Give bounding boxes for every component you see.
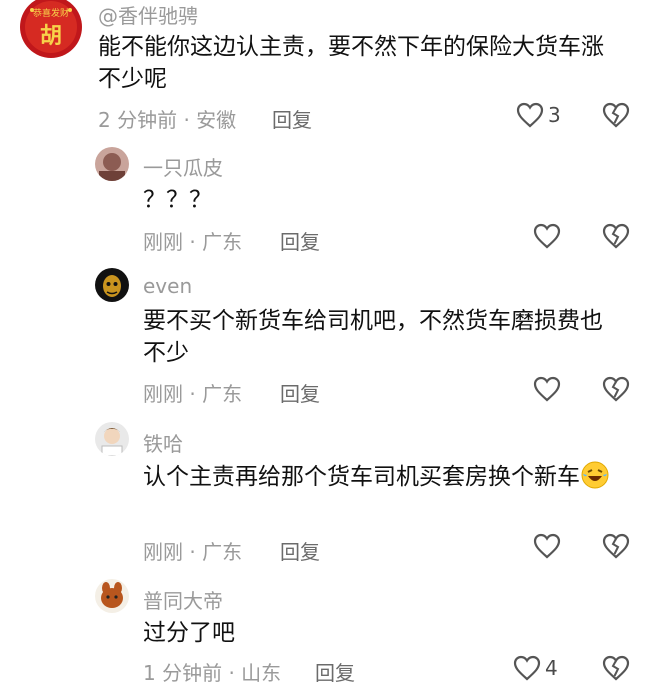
broken-heart-icon xyxy=(602,102,630,128)
heart-outline-icon xyxy=(516,102,544,128)
dislike-button[interactable] xyxy=(602,533,630,563)
broken-heart-icon xyxy=(602,655,630,681)
comment-text: 要不买个新货车给司机吧，不然货车磨损费也不少 xyxy=(143,308,603,366)
comment-time-location: 刚刚 · 广东 xyxy=(143,540,243,564)
comment-time-location: 1 分钟前 · 山东 xyxy=(143,661,282,685)
reply-button[interactable]: 回复 xyxy=(280,226,320,255)
avatar-glyph: 胡 xyxy=(40,23,62,49)
like-count: 3 xyxy=(548,103,561,127)
like-button[interactable]: 3 xyxy=(516,102,561,128)
like-count: 4 xyxy=(545,656,558,680)
heart-outline-icon xyxy=(533,376,561,402)
reply-button[interactable]: 回复 xyxy=(280,378,320,407)
comment-time-location: 刚刚 · 广东 xyxy=(143,230,243,254)
broken-heart-icon xyxy=(602,533,630,559)
commenter-name[interactable]: 普同大帝 xyxy=(143,585,223,614)
avatar[interactable] xyxy=(95,268,129,302)
reply-button[interactable]: 回复 xyxy=(272,104,312,133)
commenter-name[interactable]: @香伴驰骋 xyxy=(98,0,198,29)
broken-heart-icon xyxy=(602,376,630,402)
dislike-button[interactable] xyxy=(602,223,630,253)
avatar[interactable] xyxy=(95,147,129,181)
reply-button[interactable]: 回复 xyxy=(315,657,355,686)
heart-outline-icon xyxy=(533,533,561,559)
dislike-button[interactable] xyxy=(602,655,630,685)
comment-text: 能不能你这边认主责，要不然下年的保险大货车涨不少呢 xyxy=(98,34,604,92)
dislike-button[interactable] xyxy=(602,376,630,406)
like-button[interactable] xyxy=(533,223,565,249)
avatar-top-text: 恭喜发财 xyxy=(33,7,69,19)
avatar[interactable] xyxy=(95,579,129,613)
commenter-name[interactable]: 一只瓜皮 xyxy=(143,152,223,181)
comment-time-location: 2 分钟前 · 安徽 xyxy=(98,108,237,132)
commenter-name[interactable]: even xyxy=(143,274,192,298)
heart-outline-icon xyxy=(513,655,541,681)
commenter-name[interactable]: 铁哈 xyxy=(143,428,183,457)
reply-button[interactable]: 回复 xyxy=(280,536,320,565)
rofl-emoji xyxy=(580,460,610,499)
heart-outline-icon xyxy=(533,223,561,249)
comment-text: 过分了吧 xyxy=(143,620,235,646)
avatar[interactable] xyxy=(95,422,129,456)
like-button[interactable] xyxy=(533,376,565,402)
avatar[interactable]: 恭喜发财 胡 xyxy=(20,0,82,58)
comment-text: ？？？ xyxy=(143,187,212,213)
broken-heart-icon xyxy=(602,223,630,249)
like-button[interactable]: 4 xyxy=(513,655,558,681)
comment-text-content: 认个主责再给那个货车司机买套房换个新车 xyxy=(143,464,580,490)
like-button[interactable] xyxy=(533,533,565,559)
comment-text: 认个主责再给那个货车司机买套房换个新车 xyxy=(143,460,618,499)
comment-time-location: 刚刚 · 广东 xyxy=(143,382,243,406)
dislike-button[interactable] xyxy=(602,102,630,132)
